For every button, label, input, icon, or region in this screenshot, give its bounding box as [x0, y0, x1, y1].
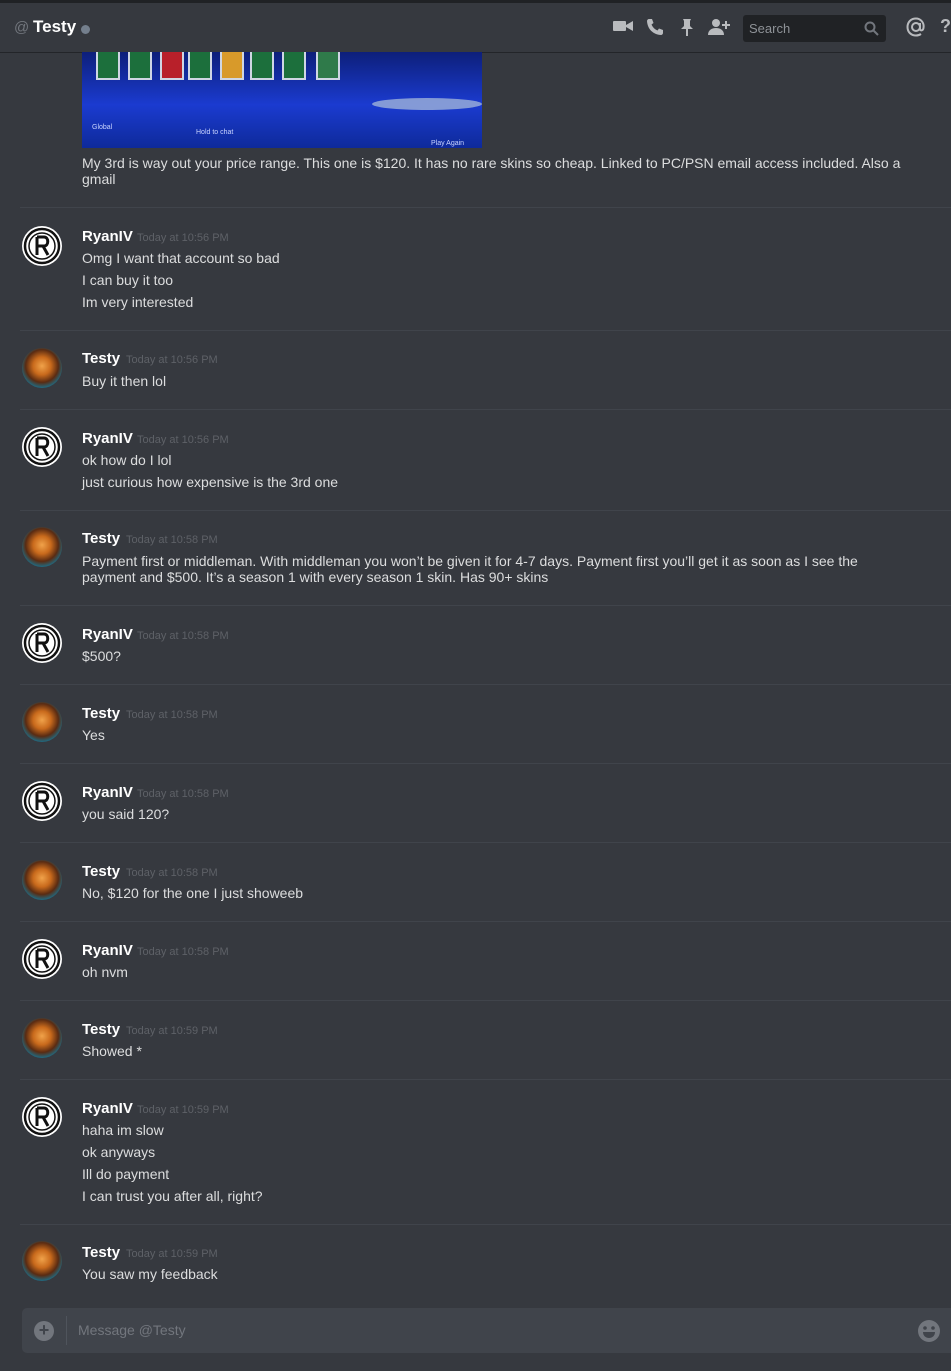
image-label-global: Global	[92, 124, 113, 131]
message-line: oh nvm	[82, 964, 128, 980]
message-line: Buy it then lol	[82, 373, 167, 389]
avatar[interactable]	[22, 860, 62, 900]
composer-divider	[66, 1316, 67, 1345]
video-icon[interactable]	[613, 18, 633, 39]
timestamp: Today at 10:59 PM	[137, 1104, 229, 1116]
message-divider	[20, 763, 951, 764]
message-divider	[20, 921, 951, 922]
message-line: Payment first or middleman. With middlem…	[82, 553, 858, 585]
message-divider	[20, 1224, 951, 1225]
avatar[interactable]	[22, 939, 62, 979]
message-line: you said 120?	[82, 806, 170, 822]
attachment-image[interactable]: Global Hold to chat Play Again	[82, 52, 482, 148]
status-indicator	[81, 25, 90, 34]
upload-plus-icon[interactable]: +	[34, 1321, 54, 1341]
pin-icon[interactable]	[680, 18, 694, 41]
avatar[interactable]	[22, 1097, 62, 1137]
channel-title[interactable]: Testy	[33, 17, 76, 37]
username[interactable]: Testy	[82, 705, 120, 722]
image-label-play-again: Play Again	[431, 140, 465, 147]
phone-icon[interactable]	[646, 18, 664, 41]
timestamp: Today at 10:58 PM	[137, 788, 229, 800]
message-line: Ill do payment	[82, 1166, 170, 1182]
message-line: Im very interested	[82, 294, 194, 310]
message-line: Showed *	[82, 1043, 142, 1059]
timestamp: Today at 10:58 PM	[137, 946, 229, 958]
timestamp: Today at 10:56 PM	[126, 354, 218, 366]
username[interactable]: RyanIV	[82, 784, 133, 801]
at-symbol-icon: @	[14, 19, 30, 36]
timestamp: Today at 10:58 PM	[126, 867, 218, 879]
timestamp: Today at 10:59 PM	[126, 1248, 218, 1260]
search-input[interactable]: Search	[743, 15, 886, 42]
search-icon[interactable]	[864, 21, 879, 41]
message-line: Yes	[82, 727, 105, 743]
mention-icon[interactable]	[906, 17, 926, 42]
message-line: just curious how expensive is the 3rd on…	[82, 474, 339, 490]
timestamp: Today at 10:59 PM	[126, 1025, 218, 1037]
username[interactable]: RyanIV	[82, 1100, 133, 1117]
help-icon[interactable]: ?	[940, 16, 951, 37]
message-divider	[20, 330, 951, 331]
message-composer[interactable]: + Message @Testy	[22, 1308, 951, 1353]
message-line: ok anyways	[82, 1144, 156, 1160]
username[interactable]: Testy	[82, 1021, 120, 1038]
emoji-icon[interactable]	[917, 1319, 941, 1348]
message-divider	[20, 1000, 951, 1001]
timestamp: Today at 10:56 PM	[137, 232, 229, 244]
timestamp: Today at 10:58 PM	[126, 709, 218, 721]
username[interactable]: Testy	[82, 1244, 120, 1261]
message-divider	[20, 842, 951, 843]
avatar[interactable]	[22, 427, 62, 467]
message-divider	[20, 684, 951, 685]
avatar[interactable]	[22, 623, 62, 663]
image-label-chat: Hold to chat	[196, 129, 234, 136]
avatar[interactable]	[22, 226, 62, 266]
avatar[interactable]	[22, 527, 62, 567]
message-line: haha im slow	[82, 1122, 164, 1138]
username[interactable]: RyanIV	[82, 430, 133, 447]
timestamp: Today at 10:58 PM	[137, 630, 229, 642]
message-line: I can buy it too	[82, 272, 174, 288]
message-line: You saw my feedback	[82, 1266, 218, 1282]
message-list[interactable]: Global Hold to chat Play Again My 3rd is…	[0, 52, 951, 1288]
username[interactable]: Testy	[82, 530, 120, 547]
message-line: Omg I want that account so bad	[82, 250, 280, 266]
username[interactable]: RyanIV	[82, 228, 133, 245]
channel-header: @ Testy Search ?	[0, 0, 951, 52]
message-input-placeholder[interactable]: Message @Testy	[78, 1322, 186, 1338]
username[interactable]: RyanIV	[82, 942, 133, 959]
avatar[interactable]	[22, 348, 62, 388]
message-divider	[20, 409, 951, 410]
message-text: My 3rd is way out your price range. This…	[82, 155, 901, 187]
avatar[interactable]	[22, 702, 62, 742]
add-friend-icon[interactable]	[708, 18, 730, 41]
username[interactable]: Testy	[82, 863, 120, 880]
avatar[interactable]	[22, 1018, 62, 1058]
timestamp: Today at 10:56 PM	[137, 434, 229, 446]
message-divider	[20, 605, 951, 606]
message-divider	[20, 1079, 951, 1080]
message-line: $500?	[82, 648, 121, 664]
username[interactable]: RyanIV	[82, 626, 133, 643]
message-line: I can trust you after all, right?	[82, 1188, 263, 1204]
search-placeholder: Search	[749, 21, 791, 36]
timestamp: Today at 10:58 PM	[126, 534, 218, 546]
username[interactable]: Testy	[82, 350, 120, 367]
message-line: ok how do I lol	[82, 452, 172, 468]
message-divider	[20, 207, 951, 208]
message-divider	[20, 510, 951, 511]
avatar[interactable]	[22, 1241, 62, 1281]
message-line: No, $120 for the one I just showeeb	[82, 885, 304, 901]
avatar[interactable]	[22, 781, 62, 821]
